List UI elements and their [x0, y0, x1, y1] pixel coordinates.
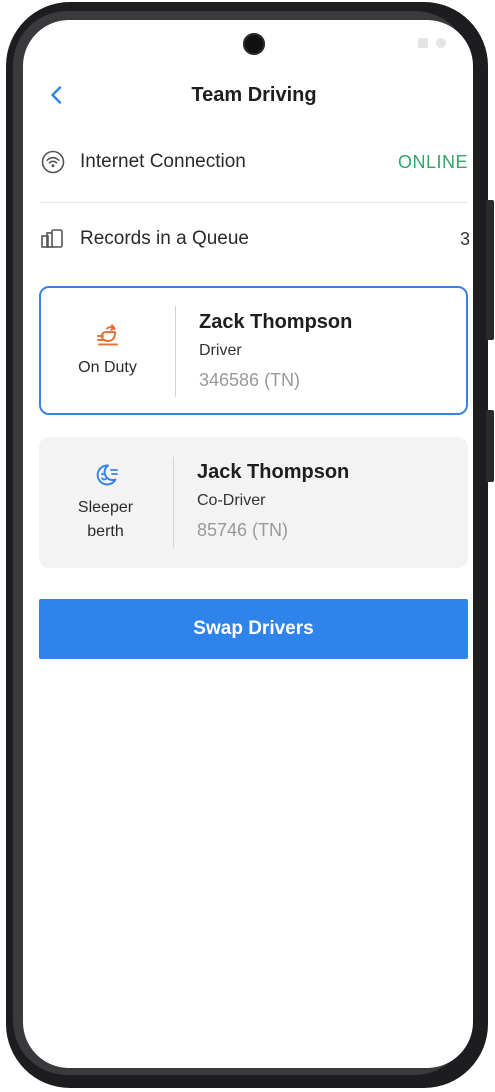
volume-button: [486, 200, 494, 340]
power-button: [486, 410, 494, 482]
internet-connection-row: Internet Connection ONLINE: [40, 147, 468, 177]
driver-license: 346586 (TN): [199, 370, 301, 390]
records-queue-row: Records in a Queue 3: [40, 224, 470, 254]
internet-connection-label: Internet Connection: [80, 151, 246, 172]
sleeper-berth-icon: [96, 463, 118, 485]
records-queue-icon: [40, 226, 66, 252]
on-duty-icon: [96, 323, 118, 345]
status-square-icon: [418, 38, 428, 48]
codriver-status: Sleeper berth: [39, 437, 172, 568]
records-queue-label: Records in a Queue: [80, 228, 249, 249]
driver-status: On Duty: [41, 288, 174, 413]
divider: [40, 202, 468, 203]
connection-status: ONLINE: [397, 151, 468, 172]
driver-card[interactable]: On Duty Zack Thompson Driver 346586 (TN): [39, 286, 468, 415]
swap-drivers-button[interactable]: Swap Drivers: [39, 599, 468, 659]
codriver-info: Jack Thompson Co-Driver 85746 (TN): [197, 458, 349, 543]
driver-name: Zack Thompson: [199, 311, 353, 333]
status-bar-icons: [418, 38, 446, 48]
codriver-card[interactable]: Sleeper berth Jack Thompson Co-Driver 85…: [39, 437, 468, 568]
driver-status-label: On Duty: [78, 358, 137, 376]
page-title: Team Driving: [191, 84, 317, 106]
codriver-name: Jack Thompson: [197, 461, 350, 483]
codriver-license: 85746 (TN): [197, 520, 289, 540]
codriver-status-label: Sleeper berth: [77, 498, 134, 540]
status-dot-icon: [436, 38, 446, 48]
driver-info: Zack Thompson Driver 346586 (TN): [199, 308, 352, 393]
wifi-icon: [40, 149, 66, 175]
card-divider: [175, 306, 176, 397]
back-button[interactable]: [46, 83, 66, 107]
chevron-left-icon: [51, 86, 62, 104]
codriver-role: Co-Driver: [197, 492, 266, 509]
driver-role: Driver: [199, 342, 242, 359]
records-queue-count: 3: [459, 228, 470, 249]
front-camera: [243, 33, 265, 55]
card-divider: [173, 457, 174, 548]
